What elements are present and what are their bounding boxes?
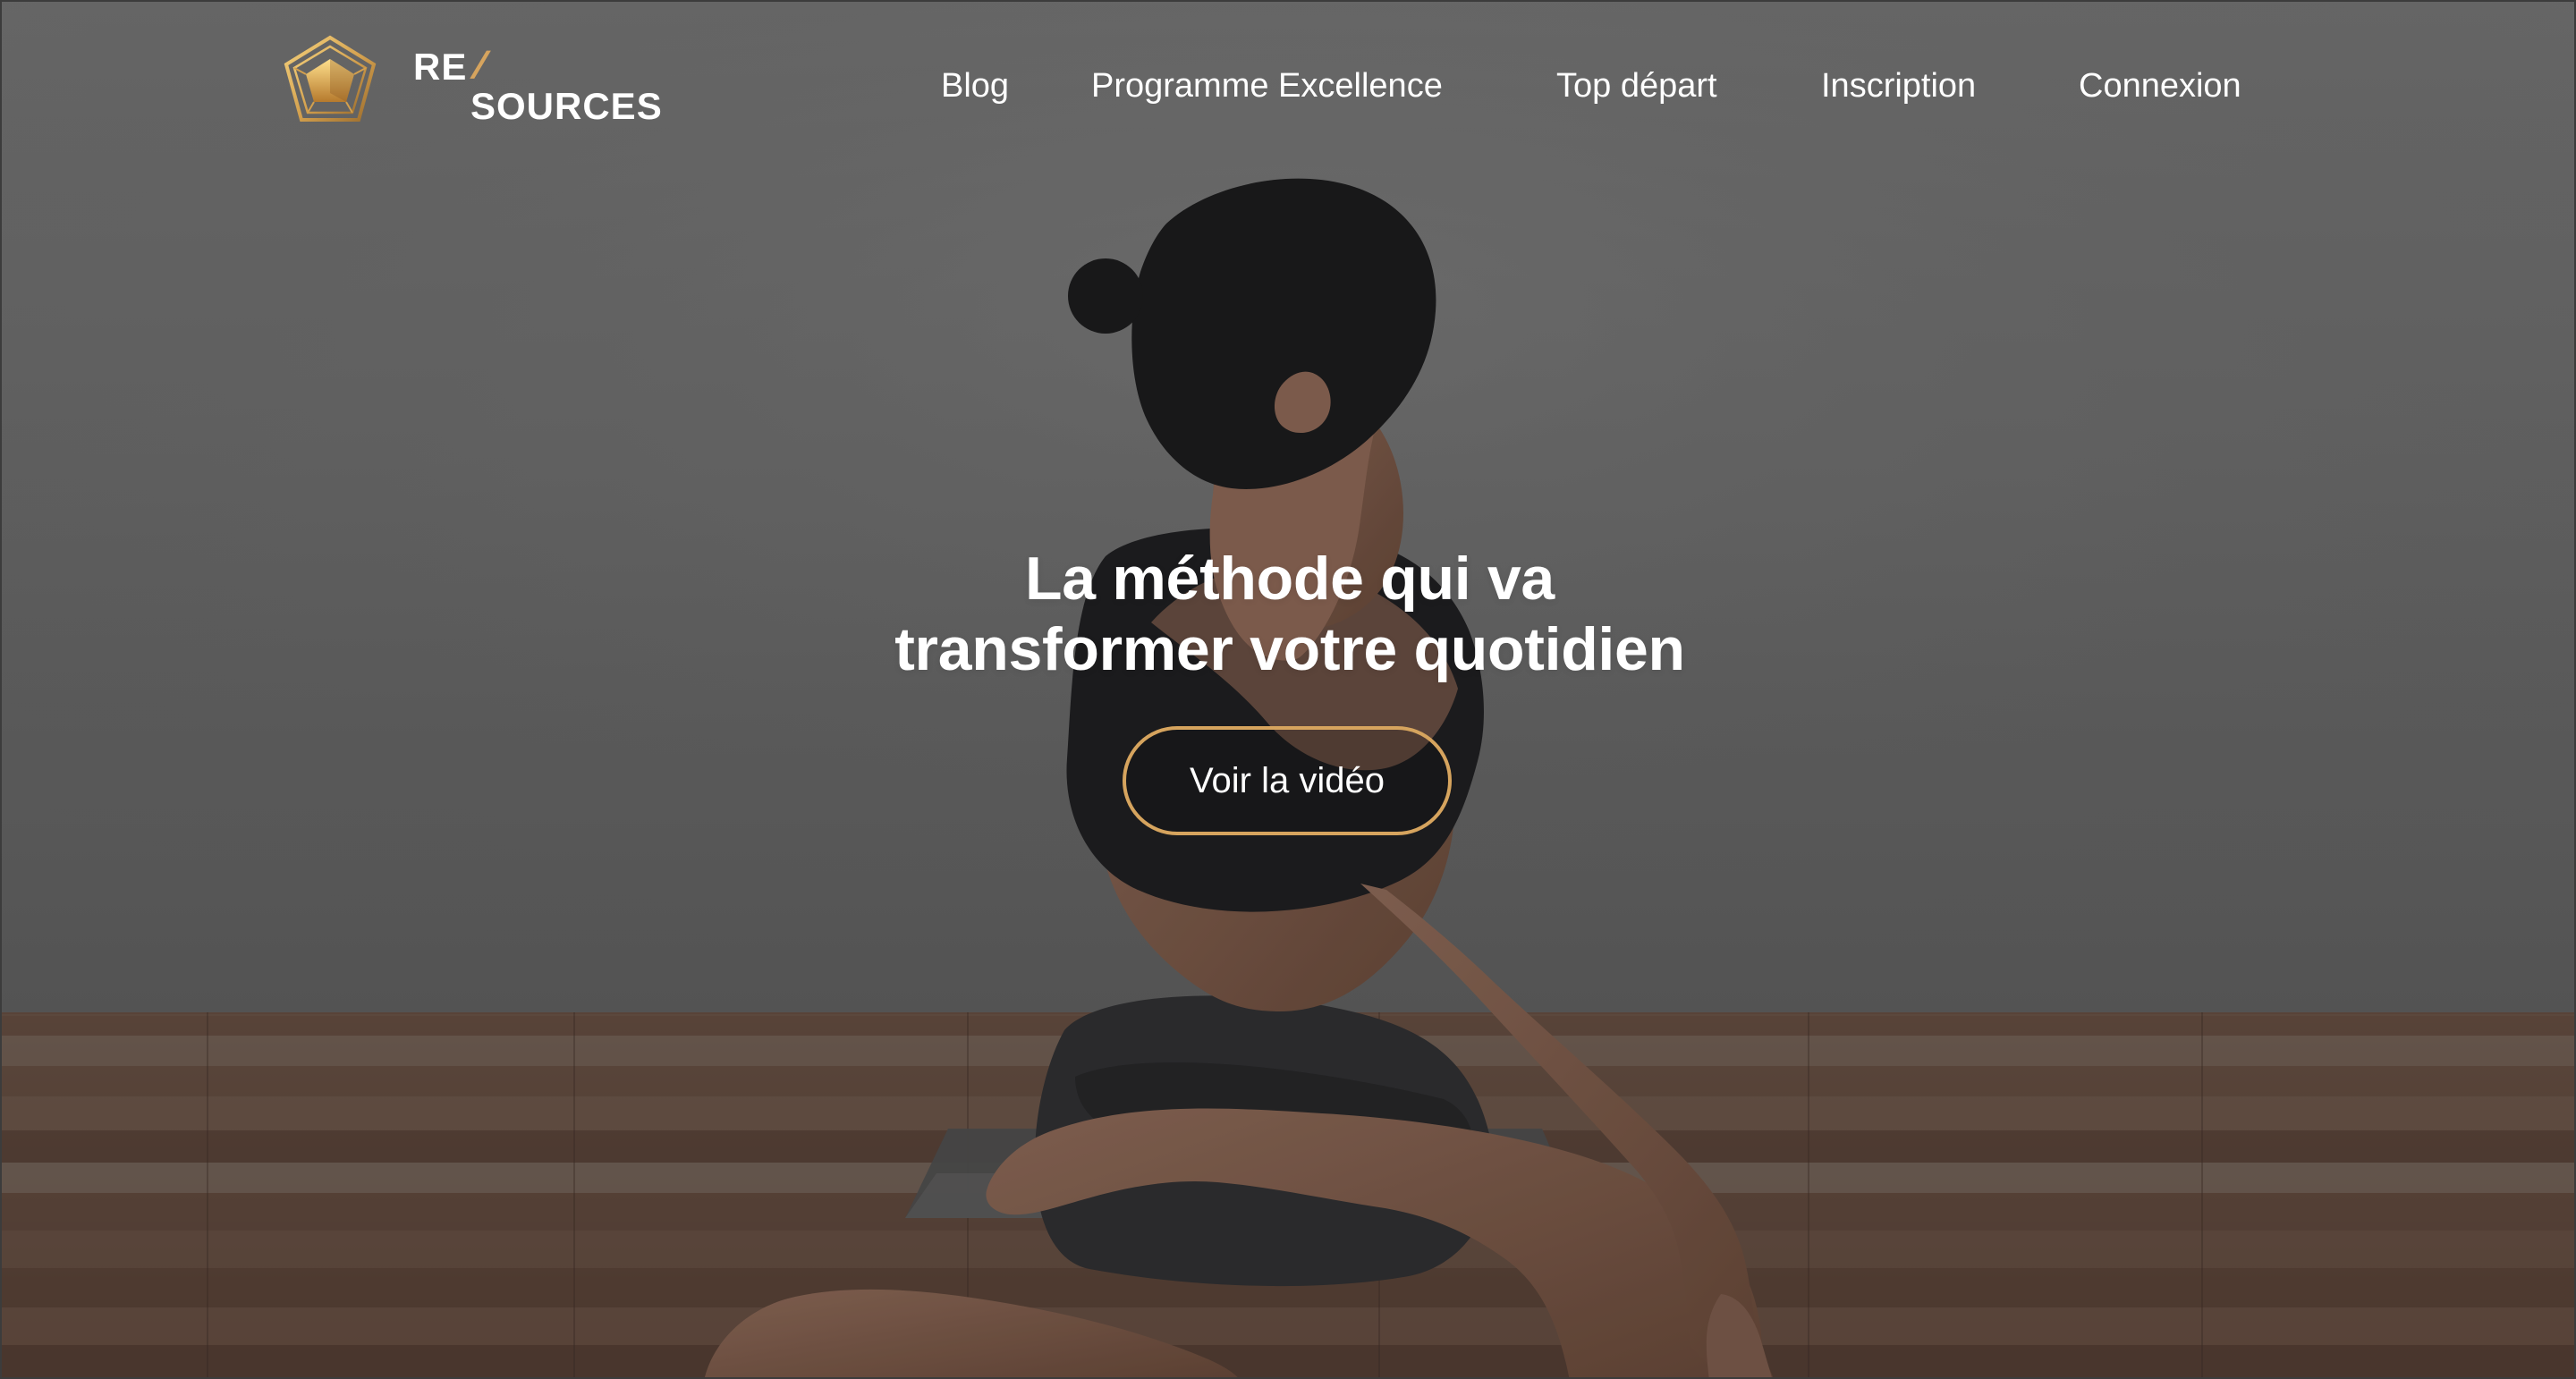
brand-logo[interactable]: RE / SOURCES (281, 34, 665, 132)
watch-video-button[interactable]: Voir la vidéo (1123, 726, 1452, 835)
nav-programme-excellence[interactable]: Programme Excellence (1091, 61, 1443, 111)
brand-wordmark-slash: / (470, 44, 490, 86)
hero-section: RE / SOURCES Blog Programme Excellence T… (0, 0, 2576, 1379)
hero-headline-line-2: transformer votre quotidien (894, 615, 1685, 683)
hero-content: La méthode qui va transformer votre quot… (753, 544, 1826, 835)
nav-top-depart[interactable]: Top départ (1556, 61, 1717, 111)
nav-connexion[interactable]: Connexion (2079, 61, 2241, 111)
hero-headline-line-1: La méthode qui va (1025, 545, 1555, 613)
main-nav: Blog Programme Excellence Top départ Ins… (941, 61, 2283, 111)
brand-wordmark: RE / SOURCES (413, 44, 673, 129)
nav-blog[interactable]: Blog (941, 61, 1009, 111)
hero-headline: La méthode qui va transformer votre quot… (753, 544, 1826, 685)
pentagon-badge-icon (284, 35, 377, 122)
brand-wordmark-top: RE (413, 46, 468, 88)
brand-wordmark-bottom: SOURCES (470, 85, 663, 127)
top-navigation: RE / SOURCES Blog Programme Excellence T… (2, 2, 2574, 172)
nav-inscription[interactable]: Inscription (1821, 61, 1976, 111)
background-photo (2, 2, 2574, 1377)
